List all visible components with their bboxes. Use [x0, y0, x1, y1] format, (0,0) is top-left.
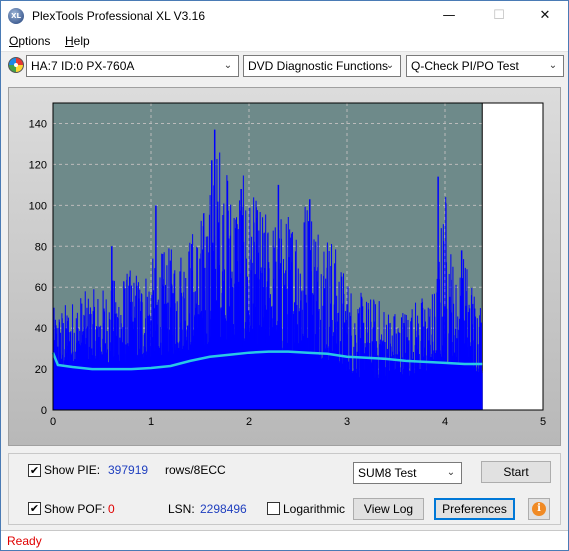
x-tick-label: 0 [50, 416, 56, 428]
pi-po-chart: 0 20 40 60 80 100 120 140 0 1 2 3 4 5 [29, 102, 546, 428]
logarithmic-label: Logarithmic [283, 502, 346, 516]
menu-help-mnemonic: H [65, 34, 74, 48]
x-tick-label: 4 [442, 416, 448, 428]
y-tick-label: 100 [29, 200, 47, 212]
logarithmic-checkbox[interactable] [267, 502, 280, 515]
unscanned-region [482, 103, 543, 410]
preferences-button[interactable]: Preferences [434, 498, 515, 520]
chevron-down-icon: ⌄ [548, 60, 558, 71]
y-tick-label: 140 [29, 118, 47, 130]
x-tick-label: 2 [246, 416, 252, 428]
menu-options-label: ptions [18, 34, 51, 48]
show-pie-label: Show PIE: [44, 463, 101, 477]
minimize-button[interactable]: — [426, 1, 472, 31]
menu-help-label: elp [73, 34, 90, 48]
y-tick-label: 60 [35, 282, 47, 294]
test-mode-select-value: SUM8 Test [358, 466, 417, 480]
test-mode-select[interactable]: SUM8 Test ⌄ [353, 462, 462, 484]
info-icon: i [532, 502, 546, 516]
show-pof-checkbox[interactable]: ✔ [28, 502, 41, 515]
menu-options-mnemonic: O [9, 34, 19, 48]
start-button[interactable]: Start [481, 461, 551, 483]
function-select[interactable]: DVD Diagnostic Functions ⌄ [243, 55, 401, 77]
function-select-value: DVD Diagnostic Functions [248, 59, 389, 73]
chevron-down-icon: ⌄ [385, 60, 395, 71]
status-bar: Ready [1, 530, 568, 550]
view-log-button[interactable]: View Log [353, 498, 424, 520]
y-tick-label: 0 [41, 405, 47, 417]
y-tick-label: 20 [35, 364, 47, 376]
x-tick-label: 5 [540, 416, 546, 428]
status-text: Ready [7, 534, 42, 548]
close-button[interactable]: ✕ [522, 1, 568, 31]
drive-select-value: HA:7 ID:0 PX-760A [31, 59, 135, 73]
disc-drive-icon [8, 57, 24, 73]
y-tick-label: 80 [35, 241, 47, 253]
maximize-button[interactable]: ☐ [476, 1, 522, 31]
test-select[interactable]: Q-Check PI/PO Test ⌄ [406, 55, 564, 77]
menu-options[interactable]: Options [9, 34, 50, 48]
pie-unit: rows/8ECC [165, 463, 226, 477]
app-logo-icon: XL [8, 8, 24, 24]
test-select-value: Q-Check PI/PO Test [411, 59, 519, 73]
title-bar[interactable]: XL PlexTools Professional XL V3.16 — ☐ ✕ [1, 1, 568, 31]
lsn-label: LSN: [168, 502, 195, 516]
menu-help[interactable]: Help [65, 34, 90, 48]
x-tick-label: 3 [344, 416, 350, 428]
menu-bar: Options Help [1, 31, 568, 52]
window-title: PlexTools Professional XL V3.16 [32, 9, 205, 23]
y-tick-label: 120 [29, 159, 47, 171]
x-tick-label: 1 [148, 416, 154, 428]
info-button[interactable]: i [528, 498, 550, 520]
lsn-value: 2298496 [200, 502, 247, 516]
chevron-down-icon: ⌄ [446, 467, 456, 478]
show-pie-checkbox[interactable]: ✔ [28, 464, 41, 477]
chevron-down-icon: ⌄ [223, 60, 233, 71]
pie-value: 397919 [108, 463, 149, 477]
pof-value: 0 [108, 502, 115, 516]
main-window: XL PlexTools Professional XL V3.16 — ☐ ✕… [0, 0, 569, 551]
show-pof-label: Show POF: [44, 502, 106, 516]
y-tick-label: 40 [35, 323, 47, 335]
drive-select[interactable]: HA:7 ID:0 PX-760A ⌄ [26, 55, 239, 77]
